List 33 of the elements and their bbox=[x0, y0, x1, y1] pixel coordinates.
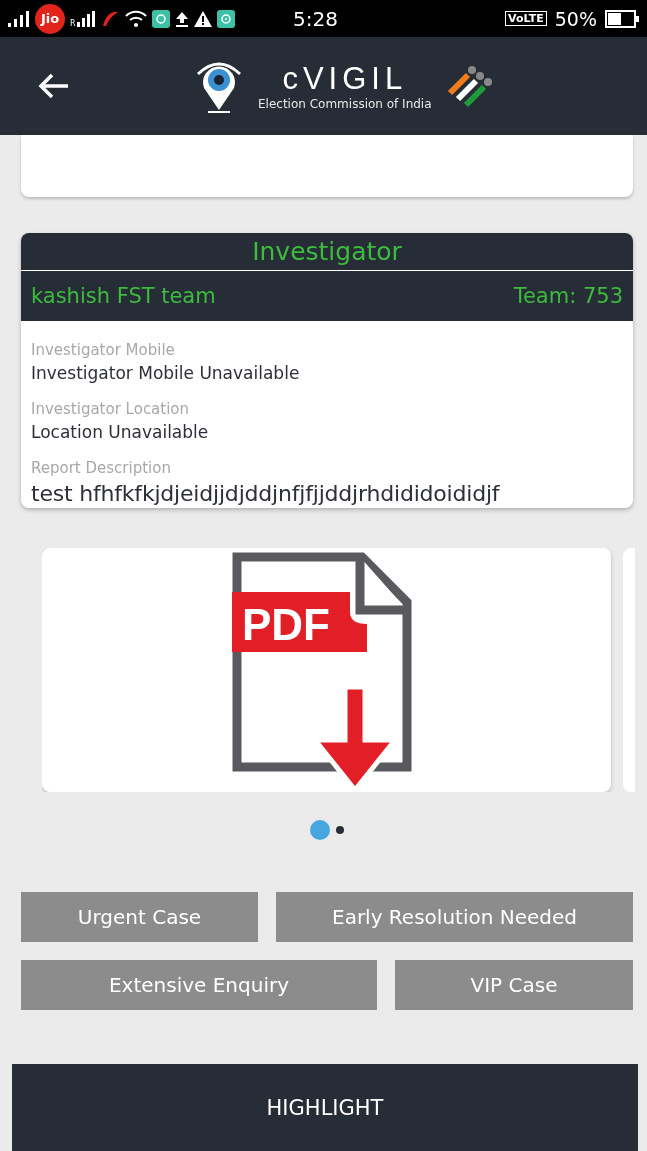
wifi-icon bbox=[124, 9, 147, 28]
app-subtitle: Election Commission of India bbox=[258, 97, 432, 111]
clock-time: 5:28 bbox=[293, 6, 338, 31]
field-value: test hfhfkfkjdjeidjjdjddjnfjfjjddjrhdididoididjf bbox=[31, 481, 501, 506]
carrier-logo: Jio bbox=[35, 3, 65, 34]
attachment-card[interactable]: PDF bbox=[42, 548, 611, 792]
upload-icon bbox=[174, 10, 189, 27]
field-value: Location Unavailable bbox=[31, 422, 210, 442]
tag-button[interactable]: VIP Case bbox=[395, 960, 633, 1010]
target-icon bbox=[216, 9, 235, 28]
field-label: Report Description bbox=[31, 459, 172, 477]
field-value: Investigator Mobile Unavailable bbox=[31, 363, 301, 383]
tag-button[interactable]: Extensive Enquiry bbox=[21, 960, 377, 1010]
app-title: cVIGIL bbox=[282, 61, 408, 97]
tag-button[interactable]: Early Resolution Needed bbox=[276, 892, 633, 942]
team-name: kashish FST team bbox=[31, 284, 216, 308]
volte-badge: VoLTE bbox=[505, 11, 547, 26]
field-label: Investigator Mobile bbox=[31, 341, 176, 359]
battery-icon bbox=[605, 9, 639, 28]
page-dot[interactable] bbox=[336, 826, 344, 834]
signal-icon bbox=[8, 10, 30, 27]
card-title: Investigator bbox=[21, 233, 633, 271]
signal-icon bbox=[76, 10, 95, 27]
back-arrow-icon[interactable] bbox=[38, 73, 70, 99]
roaming-indicator: R bbox=[70, 18, 76, 28]
page-dot[interactable] bbox=[310, 820, 330, 840]
field-label: Investigator Location bbox=[31, 400, 191, 418]
battery-percent: 50% bbox=[554, 7, 597, 30]
app-icon bbox=[151, 9, 170, 28]
highlight-button[interactable]: HIGHLIGHT bbox=[12, 1064, 638, 1151]
team-number: Team: 753 bbox=[513, 284, 623, 308]
warning-icon bbox=[193, 10, 212, 27]
tag-button[interactable]: Urgent Case bbox=[21, 892, 258, 942]
